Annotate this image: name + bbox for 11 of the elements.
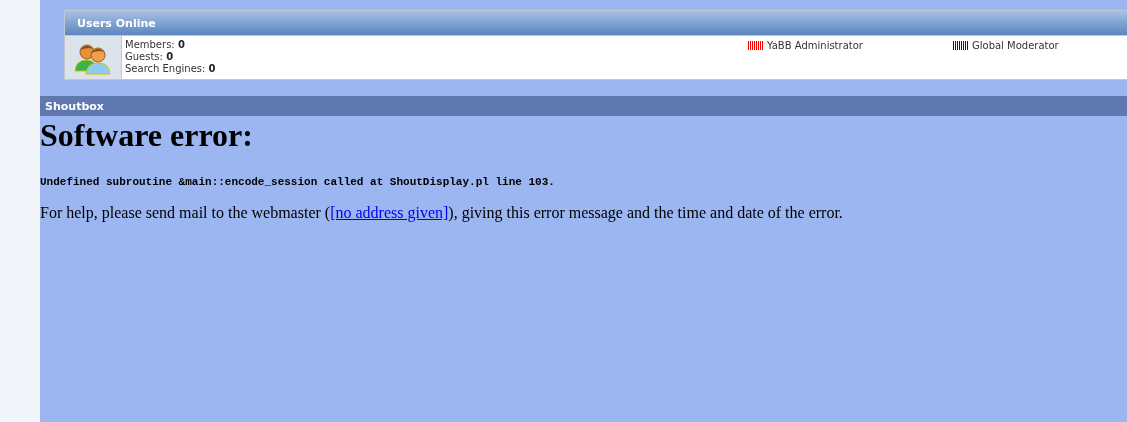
address-link[interactable]: [no address given] xyxy=(330,204,449,221)
stat-line: Members: 0 xyxy=(125,39,186,51)
error-heading: Software error: xyxy=(40,116,254,154)
error-message: Undefined subroutine &main::encode_session called at ShoutDisplay.pl line 103. xyxy=(40,176,556,188)
legend-label: YaBB Administrator xyxy=(767,39,863,51)
help-text: For help, please send mail to the webmaster ([no address given]), giving this error message and the time and date of the error. xyxy=(40,204,844,222)
stat-line: Search Engines: 0 xyxy=(125,63,217,75)
legend-label: Global Moderator xyxy=(972,39,1059,51)
stat-line: Guests: 0 xyxy=(125,51,175,63)
section-title: Shoutbox xyxy=(45,99,104,113)
panel-title: Users Online xyxy=(77,16,156,30)
